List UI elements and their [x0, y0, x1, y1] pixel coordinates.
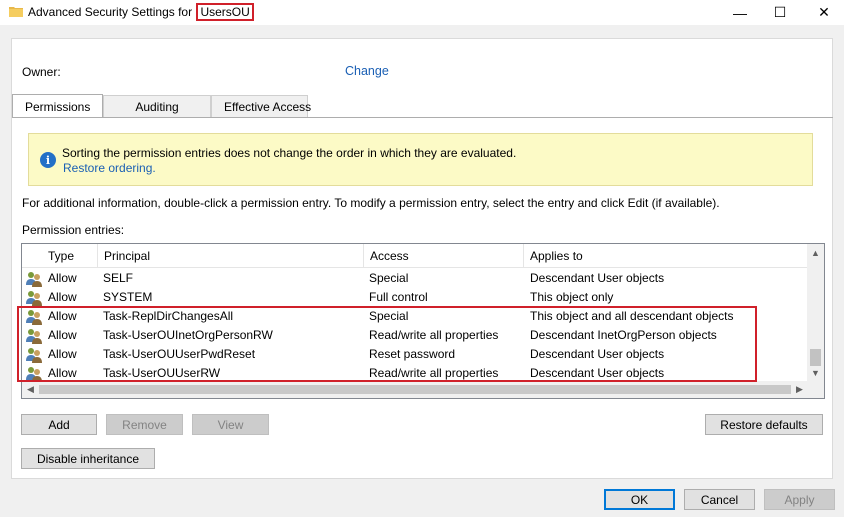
close-button[interactable]: ✕: [804, 0, 844, 25]
entry-access: Full control: [369, 290, 428, 304]
folder-icon: [9, 7, 23, 17]
restore-defaults-button[interactable]: Restore defaults: [705, 414, 823, 435]
entry-access: Read/write all properties: [369, 328, 499, 342]
table-row[interactable]: Allow Task-UserOUUserPwdReset Reset pass…: [22, 345, 808, 364]
table-row[interactable]: Allow Task-ReplDirChangesAll Special Thi…: [22, 307, 808, 326]
entry-access: Special: [369, 271, 409, 285]
permission-entries-label: Permission entries:: [22, 223, 125, 237]
scroll-right-icon[interactable]: ▶: [791, 381, 808, 398]
entry-principal: SYSTEM: [103, 290, 153, 304]
horizontal-scroll-thumb[interactable]: [39, 385, 791, 394]
maximize-button[interactable]: ☐: [760, 0, 800, 25]
user-group-icon: [26, 291, 42, 306]
entry-principal: Task-UserOUInetOrgPersonRW: [103, 328, 273, 342]
entry-access: Special: [369, 309, 409, 323]
tab-auditing[interactable]: Auditing: [103, 95, 211, 117]
window-title-prefix: Advanced Security Settings for: [28, 5, 193, 19]
entry-principal: Task-UserOUUserPwdReset: [103, 347, 256, 361]
entry-applies-to: This object only: [530, 290, 614, 304]
restore-ordering-link[interactable]: Restore ordering.: [63, 161, 156, 175]
user-group-icon: [26, 329, 42, 344]
entry-principal: Task-UserOUUserRW: [103, 366, 221, 380]
add-button[interactable]: Add: [21, 414, 97, 435]
column-principal[interactable]: Principal: [98, 244, 364, 268]
table-row[interactable]: Allow SYSTEM Full control This object on…: [22, 288, 808, 307]
disable-inheritance-button[interactable]: Disable inheritance: [21, 448, 155, 469]
maximize-icon: ☐: [773, 4, 787, 20]
window-title-object: UsersOU: [196, 3, 254, 21]
entry-access: Read/write all properties: [369, 366, 499, 380]
entry-type: Allow: [48, 271, 77, 285]
horizontal-scrollbar[interactable]: ◀ ▶: [22, 381, 808, 398]
entry-applies-to: This object and all descendant objects: [530, 309, 734, 323]
scroll-corner: [807, 381, 824, 398]
column-applies-to[interactable]: Applies to: [524, 244, 808, 268]
minimize-icon: —: [733, 4, 747, 21]
entry-type: Allow: [48, 328, 77, 342]
tab-divider: [12, 117, 833, 118]
column-access[interactable]: Access: [364, 244, 524, 268]
entry-principal: SELF: [103, 271, 134, 285]
entry-applies-to: Descendant User objects: [530, 347, 665, 361]
tab-effective-access[interactable]: Effective Access: [211, 95, 311, 117]
entry-principal: Task-ReplDirChangesAll: [103, 309, 234, 323]
scroll-left-icon[interactable]: ◀: [22, 381, 39, 398]
apply-button[interactable]: Apply: [764, 489, 835, 510]
close-icon: ✕: [818, 4, 830, 20]
user-group-icon: [26, 348, 42, 363]
cancel-button[interactable]: Cancel: [684, 489, 755, 510]
entry-applies-to: Descendant User objects: [530, 366, 665, 380]
user-group-icon: [26, 367, 42, 382]
column-type[interactable]: Type: [42, 244, 98, 268]
ok-button[interactable]: OK: [604, 489, 675, 510]
title-bar: Advanced Security Settings for UsersOU —…: [0, 0, 844, 25]
table-row[interactable]: Allow Task-UserOUInetOrgPersonRW Read/wr…: [22, 326, 808, 345]
instructions-text: For additional information, double-click…: [22, 196, 720, 210]
list-header: Type Principal Access Applies to: [22, 244, 808, 268]
entry-type: Allow: [48, 366, 77, 380]
scroll-up-icon[interactable]: ▲: [807, 244, 824, 261]
entry-access: Reset password: [369, 347, 456, 361]
view-button[interactable]: View: [192, 414, 269, 435]
scroll-down-icon[interactable]: ▼: [807, 364, 824, 381]
vertical-scrollbar[interactable]: ▲ ▼: [807, 244, 824, 381]
entry-type: Allow: [48, 347, 77, 361]
permission-entries-list[interactable]: Type Principal Access Applies to Allow S…: [21, 243, 825, 399]
entry-applies-to: Descendant InetOrgPerson objects: [530, 328, 717, 342]
table-row[interactable]: Allow SELF Special Descendant User objec…: [22, 269, 808, 288]
info-banner: i Sorting the permission entries does no…: [28, 133, 813, 186]
entry-type: Allow: [48, 290, 77, 304]
window-title: Advanced Security Settings for UsersOU: [28, 3, 254, 21]
user-group-icon: [26, 272, 42, 287]
user-group-icon: [26, 310, 42, 325]
remove-button[interactable]: Remove: [106, 414, 183, 435]
entry-applies-to: Descendant User objects: [530, 271, 665, 285]
change-owner-link[interactable]: Change: [345, 64, 389, 78]
info-message: Sorting the permission entries does not …: [62, 146, 517, 160]
info-icon: i: [40, 152, 56, 168]
minimize-button[interactable]: —: [720, 0, 760, 25]
tab-permissions[interactable]: Permissions: [12, 94, 103, 118]
entry-type: Allow: [48, 309, 77, 323]
owner-label: Owner:: [22, 65, 61, 79]
